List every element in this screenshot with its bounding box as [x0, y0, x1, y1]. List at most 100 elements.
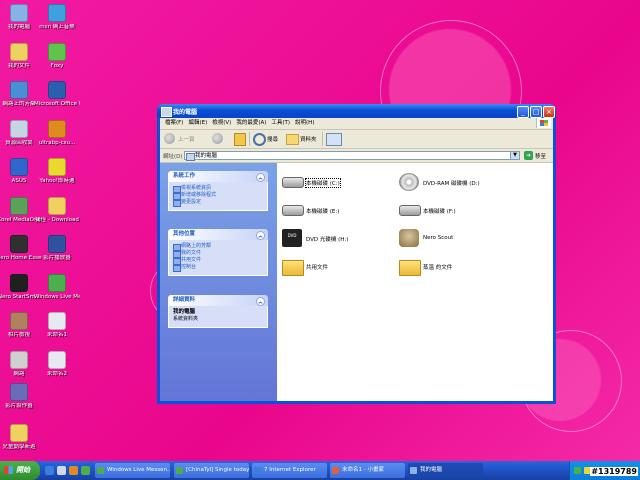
- desktop-shortcut-label: msn 網上音樂: [39, 24, 75, 30]
- desktop-shortcut[interactable]: 未命名2: [34, 350, 80, 378]
- desktop-shortcut[interactable]: 未命名1: [34, 312, 80, 339]
- task-link[interactable]: 控制台: [173, 264, 263, 272]
- taskbar-button[interactable]: 7 Internet Explorer: [252, 463, 327, 478]
- forward-arrow-icon[interactable]: [212, 133, 223, 144]
- address-label: 網址(D): [163, 154, 183, 160]
- window-title: 我的電腦: [173, 109, 198, 116]
- maximize-button[interactable]: □: [530, 106, 542, 118]
- menu-item[interactable]: 編輯(E): [188, 118, 207, 129]
- desktop-shortcut[interactable]: Microsoft Office Wo...: [34, 81, 80, 108]
- video-player-icon: [48, 235, 66, 253]
- drive-item[interactable]: Nero Scout: [399, 229, 509, 249]
- window-titlebar[interactable]: 我的電腦 _ □ ×: [157, 104, 556, 118]
- task-link[interactable]: 變更設定: [173, 199, 263, 207]
- views-icon[interactable]: [326, 133, 342, 146]
- drive-icon: [282, 205, 304, 216]
- menu-item[interactable]: 工具(T): [271, 118, 290, 129]
- task-link[interactable]: 我的文件: [173, 250, 263, 258]
- taskbar-button[interactable]: 我的電腦: [408, 463, 483, 478]
- desktop-shortcut[interactable]: Yahoo!即時通: [34, 158, 80, 185]
- photo-viewer-icon: [10, 312, 28, 330]
- chevron-down-icon[interactable]: ▼: [510, 152, 519, 159]
- desktop-shortcut[interactable]: 捷徑 - Download: [34, 196, 80, 224]
- task-link[interactable]: 網路上的芳鄰: [173, 243, 263, 251]
- messenger-tray-icon[interactable]: [574, 467, 581, 474]
- drive-label: 蒸溫 的文件: [423, 265, 453, 271]
- ie-quicklaunch-icon[interactable]: [45, 466, 54, 475]
- drive-item[interactable]: 蒸溫 的文件: [399, 257, 509, 277]
- collapse-icon[interactable]: ︽: [256, 231, 265, 240]
- address-bar: 網址(D) 我的電腦 ▼ ➜ 移至: [160, 149, 553, 163]
- menu-item[interactable]: 檔案(F): [165, 118, 183, 129]
- start-button[interactable]: 開始: [0, 461, 40, 480]
- desktop-shortcut-label: Microsoft Office Wo...: [34, 101, 80, 107]
- computer-icon: [186, 153, 195, 161]
- windows-flag-icon: [4, 466, 13, 474]
- drive-label: 共用文件: [306, 265, 329, 271]
- drive-item[interactable]: 本機磁碟 (E:): [282, 201, 392, 221]
- address-input[interactable]: 我的電腦 ▼: [184, 151, 520, 161]
- menu-item[interactable]: 檢視(V): [212, 118, 231, 129]
- disc-icon: [399, 173, 419, 191]
- menu-item[interactable]: 說明(H): [295, 118, 314, 129]
- close-button[interactable]: ×: [543, 106, 555, 118]
- search-button-label[interactable]: 搜尋: [267, 135, 278, 143]
- drive-label: 本機磁碟 (C:): [305, 178, 341, 188]
- drive-label: Nero Scout: [423, 235, 454, 241]
- folder-icon: [399, 260, 421, 276]
- taskbar: 開始 Windows Live Messen... [ChinaTyl] Sing…: [0, 461, 640, 480]
- desktop-shortcut[interactable]: msn 網上音樂: [34, 4, 80, 31]
- up-folder-icon[interactable]: [234, 133, 246, 146]
- desktop-shortcut-label: 未命名2: [47, 370, 67, 377]
- taskbar-button[interactable]: Windows Live Messen...: [95, 463, 170, 478]
- desktop-shortcut[interactable]: ultrabp-csu...: [34, 119, 80, 147]
- desktop-shortcut-label: Foxy: [50, 62, 64, 69]
- messenger-quicklaunch-icon[interactable]: [81, 466, 90, 475]
- taskbar-button[interactable]: 未命名1 - 小畫家: [330, 463, 405, 478]
- drive-label: DVD 光碟機 (H:): [306, 237, 349, 243]
- toolbar-separator: [249, 132, 250, 146]
- drive-item[interactable]: 本機磁碟 (F:): [399, 201, 509, 221]
- search-icon[interactable]: [253, 133, 266, 146]
- go-button[interactable]: 移至: [535, 152, 546, 160]
- desktop-shortcut[interactable]: 影片製作器: [0, 383, 42, 410]
- desktop-shortcut[interactable]: Windows Live Messenger: [34, 273, 80, 301]
- desktop-shortcut[interactable]: 兒童動學新遊: [0, 424, 42, 451]
- collapse-icon[interactable]: ︽: [256, 297, 265, 306]
- recycle-bin-icon: [10, 119, 28, 138]
- go-arrow-icon[interactable]: ➜: [524, 151, 533, 160]
- panel-header[interactable]: 系統工作 ︽: [168, 171, 268, 182]
- nero-icon: [399, 229, 419, 247]
- media-player-icon[interactable]: [69, 466, 78, 475]
- my-computer-window: 我的電腦 _ □ × 檔案(F) 編輯(E) 檢視(V) 我的最愛(A) 工具(T) 說明…: [157, 104, 556, 404]
- corel-icon: [10, 196, 28, 215]
- yahoo-messenger-icon: [48, 158, 66, 176]
- folders-icon[interactable]: [286, 134, 299, 145]
- desktop: 我的電腦 msn 網上音樂我的文件 Foxy 網路上的芳鄰 Microsoft Offi…: [0, 0, 640, 461]
- taskbar-button[interactable]: [ChinaTyl] Single today...: [174, 463, 249, 478]
- clock[interactable]: #1319789: [590, 467, 638, 476]
- desktop-shortcut[interactable]: 影片播放器: [34, 235, 80, 262]
- word-icon: [48, 81, 66, 99]
- toolbar-separator: [322, 132, 323, 146]
- menu-item[interactable]: 我的最愛(A): [236, 118, 266, 129]
- folders-button-label[interactable]: 資料夾: [300, 135, 317, 143]
- drive-item[interactable]: DVD-RAM 磁碟機 (D:): [399, 173, 509, 193]
- asus-icon: [10, 158, 28, 176]
- details-panel: 詳細資料 ︽ 我的電腦 系統資料夾: [168, 295, 268, 328]
- task-link[interactable]: 新增或移除程式: [173, 192, 263, 200]
- collapse-icon[interactable]: ︽: [256, 173, 265, 182]
- drive-item[interactable]: DVD DVD 光碟機 (H:): [282, 229, 392, 249]
- minimize-button[interactable]: _: [517, 106, 529, 118]
- task-link[interactable]: 檢視系統資訊: [173, 185, 263, 193]
- drive-item[interactable]: 共用文件: [282, 257, 392, 277]
- task-link[interactable]: 共用文件: [173, 257, 263, 265]
- desktop-shortcut[interactable]: Foxy: [34, 42, 80, 70]
- drive-item[interactable]: 本機磁碟 (C:): [282, 173, 392, 193]
- panel-header[interactable]: 詳細資料 ︽: [168, 295, 268, 306]
- other-places-panel: 其他位置 ︽ 網路上的芳鄰 我的文件 共用文件 控制台: [168, 229, 268, 276]
- back-button-label[interactable]: 上一頁: [178, 135, 195, 143]
- panel-header[interactable]: 其他位置 ︽: [168, 229, 268, 240]
- show-desktop-icon[interactable]: [57, 466, 66, 475]
- back-arrow-icon[interactable]: [164, 133, 175, 144]
